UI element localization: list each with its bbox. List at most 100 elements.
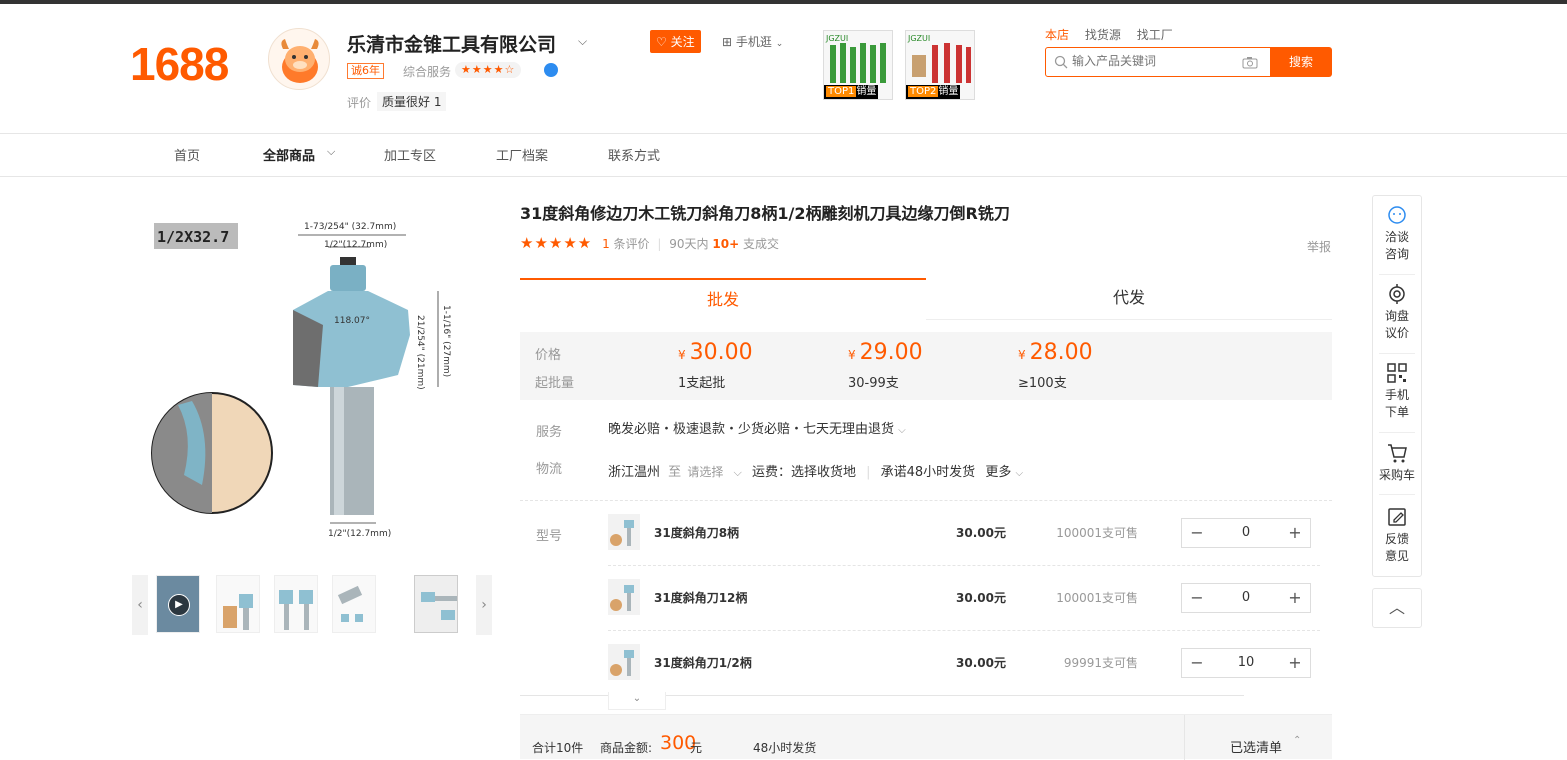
increment-button[interactable]: +	[1280, 584, 1310, 612]
sku-row: 31度斜角刀1/2柄 30.00元 99991支可售 − 10 +	[520, 632, 1311, 696]
tab-dropship[interactable]: 代发	[926, 278, 1332, 320]
moq-label: 起批量	[535, 376, 575, 391]
video-thumbnail[interactable]: ▶	[156, 575, 200, 633]
image-thumbnail[interactable]	[414, 575, 458, 633]
svg-text:118.07°: 118.07°	[334, 316, 370, 326]
search-tab-source[interactable]: 找货源	[1085, 28, 1121, 42]
sidebar-chat[interactable]: 洽谈 咨询	[1373, 204, 1421, 263]
thumb-prev-arrow[interactable]: ‹	[132, 575, 148, 635]
sku-label: 型号	[536, 529, 563, 544]
expand-skus-button[interactable]: ⌄	[608, 692, 666, 710]
sku-thumbnail[interactable]	[608, 644, 640, 680]
review-label[interactable]: 条评价	[614, 237, 650, 251]
nav-processing[interactable]: 加工专区	[384, 145, 436, 164]
sku-price: 30.00元	[956, 656, 1006, 670]
sku-thumbnail[interactable]	[608, 579, 640, 615]
sidebar-inquiry[interactable]: 询盘 议价	[1373, 283, 1421, 342]
shop-name[interactable]: 乐清市金锥工具有限公司	[347, 30, 556, 57]
destination-select[interactable]: 请选择	[687, 465, 723, 479]
divider	[1379, 494, 1415, 495]
mobile-shop-link[interactable]: ⊞ 手机逛 ⌄	[722, 33, 783, 50]
image-thumbnail[interactable]	[274, 575, 318, 633]
divider	[1379, 353, 1415, 354]
search-input[interactable]	[1072, 48, 1252, 74]
sidebar-cart[interactable]: 采购车	[1373, 442, 1421, 484]
back-to-top-button[interactable]: ︿	[1372, 588, 1422, 628]
search-icon	[1054, 55, 1068, 69]
decrement-button[interactable]: −	[1182, 649, 1212, 677]
quantity-stepper: − 10 +	[1181, 648, 1311, 678]
top-rank-badge: TOP2 销量	[906, 85, 961, 99]
nav-factory-profile[interactable]: 工厂档案	[496, 145, 548, 164]
ship-time: 48小时发货	[753, 741, 817, 755]
nav-home[interactable]: 首页	[174, 145, 200, 164]
image-thumbnail[interactable]	[216, 575, 260, 633]
camera-icon[interactable]	[1242, 56, 1258, 69]
nav-all-products[interactable]: 全部商品	[263, 145, 315, 164]
quantity-value[interactable]: 0	[1212, 584, 1280, 612]
report-link[interactable]: 举报	[1307, 238, 1331, 255]
increment-button[interactable]: +	[1280, 649, 1310, 677]
sidebar-mobile-order[interactable]: 手机 下单	[1373, 362, 1421, 421]
more-link[interactable]: 更多	[985, 465, 1011, 480]
shop-nav: 首页 全部商品 ⌵ 加工专区 工厂档案 联系方式	[0, 134, 1567, 177]
site-logo[interactable]: 1688	[130, 37, 229, 91]
sku-row: 31度斜角刀8柄 30.00元 100001支可售 − 0 +	[608, 502, 1320, 566]
thumb-next-arrow[interactable]: ›	[476, 575, 492, 635]
top-product-1[interactable]: JGZUI TOP1 销量	[823, 30, 893, 100]
nav-contact[interactable]: 联系方式	[608, 145, 660, 164]
rating-stars: ★★★★★	[520, 234, 593, 252]
sidebar-label: 反馈 意见	[1384, 532, 1409, 563]
sidebar-feedback[interactable]: 反馈 意见	[1373, 506, 1421, 565]
chevron-down-icon[interactable]: ⌵	[578, 34, 587, 49]
svg-text:1/2"(12.7mm): 1/2"(12.7mm)	[328, 529, 391, 539]
rating-value: 质量很好 1	[377, 92, 447, 111]
chevron-down-icon: ⌄	[632, 693, 642, 704]
search-button[interactable]: 搜索	[1270, 47, 1332, 77]
quantity-stepper: − 0 +	[1181, 583, 1311, 613]
tier-qty: 1支起批	[678, 376, 726, 391]
tab-wholesale[interactable]: 批发	[520, 278, 926, 320]
deals-count: 10+	[712, 237, 740, 251]
shop-header: 1688 乐清市金锥工具有限公司 ⌵ 诚6年 综合服务 ★★★★☆ 评价 质量很…	[0, 4, 1567, 134]
review-count[interactable]: 1	[602, 237, 610, 251]
deals-prefix: 90天内	[669, 237, 709, 251]
product-title: 31度斜角修边刀木工铣刀斜角刀8柄1/2柄雕刻机刀具边缘刀倒R铣刀	[520, 204, 1010, 223]
selected-list-button[interactable]: 已选清单 ⌃	[1184, 715, 1332, 760]
search-box	[1045, 47, 1271, 77]
chevron-down-icon: ⌵	[327, 145, 336, 158]
divider	[1379, 274, 1415, 275]
edit-icon	[1388, 508, 1406, 526]
chevron-down-icon[interactable]: ⌵	[733, 466, 741, 479]
service-stars: ★★★★☆	[455, 62, 522, 78]
follow-button[interactable]: ♡ 关注	[650, 30, 701, 53]
chevron-down-icon[interactable]: ⌵	[1015, 468, 1023, 479]
quantity-value[interactable]: 10	[1212, 649, 1280, 677]
sku-stock: 100001支可售	[1056, 591, 1138, 605]
tier-price: ¥30.00	[678, 340, 753, 365]
search-tab-factory[interactable]: 找工厂	[1137, 28, 1173, 42]
year-badge: 诚6年	[347, 63, 384, 79]
sku-name: 31度斜角刀1/2柄	[654, 656, 752, 670]
divider	[1379, 432, 1415, 433]
decrement-button[interactable]: −	[1182, 519, 1212, 547]
sku-name: 31度斜角刀12柄	[654, 591, 748, 605]
shop-avatar[interactable]	[268, 28, 330, 90]
quantity-value[interactable]: 0	[1212, 519, 1280, 547]
image-thumbnail[interactable]	[332, 575, 376, 633]
cart-icon	[1388, 444, 1407, 463]
product-main-image[interactable]: 1/2X32.7 1-73/254" (32.7mm) 1/2"(12.7mm)…	[148, 205, 468, 550]
selected-list-label: 已选清单	[1230, 741, 1283, 756]
decrement-button[interactable]: −	[1182, 584, 1212, 612]
sku-thumbnail[interactable]	[608, 514, 640, 550]
right-sidebar: 洽谈 咨询 询盘 议价 手机 下单 采购车 反馈 意见	[1372, 195, 1422, 577]
service-guarantees[interactable]: 晚发必赔・极速退款・少货必赔・七天无理由退货 ⌵	[608, 418, 906, 437]
sku-image	[610, 650, 634, 676]
qr-code-icon	[1387, 363, 1407, 383]
search-tab-shop[interactable]: 本店	[1045, 28, 1069, 42]
increment-button[interactable]: +	[1280, 519, 1310, 547]
top-product-2[interactable]: JGZUI TOP2 销量	[905, 30, 975, 100]
ship-promise: 承诺48小时发货	[880, 465, 976, 480]
rating-label: 评价	[347, 96, 372, 110]
logistics-row: 浙江温州 至 请选择 ⌵ 运费：选择收货地 | 承诺48小时发货 更多 ⌵	[608, 461, 1023, 480]
